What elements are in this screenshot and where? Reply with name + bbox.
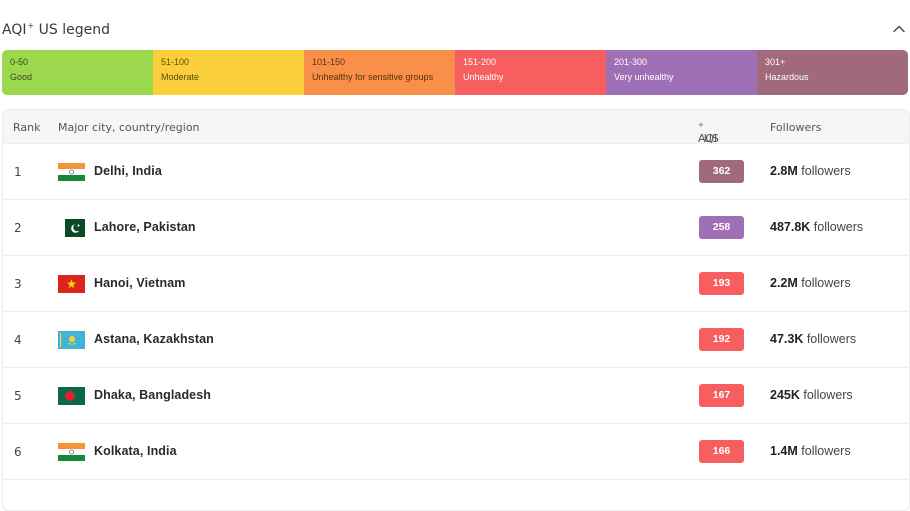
- legend-category: Good: [10, 72, 33, 82]
- legend-segment-very-unhealthy: 201-300 Very unhealthy: [606, 50, 757, 95]
- table-row[interactable]: 1 Delhi, India 362 2.8M followers: [3, 143, 909, 199]
- chevron-up-icon[interactable]: [892, 22, 906, 36]
- rank-cell: 6: [14, 445, 22, 459]
- city-name[interactable]: Delhi, India: [94, 164, 162, 178]
- legend-segment-moderate: 51-100 Moderate: [153, 50, 304, 95]
- legend-segment-hazardous: 301+ Hazardous: [757, 50, 908, 95]
- aqi-badge: 362: [699, 160, 744, 183]
- rank-cell: 1: [14, 165, 22, 179]
- rank-cell: 3: [14, 277, 22, 291]
- city-name[interactable]: Hanoi, Vietnam: [94, 276, 185, 290]
- rank-cell: 4: [14, 333, 22, 347]
- legend-category: Unhealthy: [463, 72, 504, 82]
- legend-category: Very unhealthy: [614, 72, 674, 82]
- kazakhstan-flag-icon: [58, 331, 85, 349]
- legend-range: 151-200: [463, 57, 497, 67]
- legend-range: 101-150: [312, 57, 346, 67]
- aqi-badge: 258: [699, 216, 744, 239]
- legend-range: 51-100: [161, 57, 190, 67]
- rank-cell: 5: [14, 389, 22, 403]
- followers-count: 245K followers: [770, 388, 853, 402]
- india-flag-icon: [58, 163, 85, 181]
- table-row[interactable]: 5 Dhaka, Bangladesh 167 245K followers: [3, 367, 909, 423]
- aqi-legend-bar: 0-50 Good 51-100 Moderate 101-150 Unheal…: [2, 50, 908, 95]
- city-name[interactable]: Kolkata, India: [94, 444, 177, 458]
- vietnam-flag-icon: [58, 275, 85, 293]
- followers-count: 2.2M followers: [770, 276, 851, 290]
- legend-title: AQI+ US legend: [2, 21, 110, 38]
- followers-count: 2.8M followers: [770, 164, 851, 178]
- city-ranking-table: Rank Major city, country/region AQI + US …: [2, 109, 910, 511]
- rank-cell: 2: [14, 221, 22, 235]
- followers-count: 1.4M followers: [770, 444, 851, 458]
- table-row[interactable]: 4 Astana, Kazakhstan 192 47.3K followers: [3, 311, 909, 367]
- aqi-badge: 193: [699, 272, 744, 295]
- table-row[interactable]: 2 Lahore, Pakistan 258 487.8K followers: [3, 199, 909, 255]
- followers-count: 487.8K followers: [770, 220, 864, 234]
- followers-count: 47.3K followers: [770, 332, 857, 346]
- pakistan-flag-icon: [58, 219, 85, 237]
- city-name[interactable]: Lahore, Pakistan: [94, 220, 196, 234]
- aqi-badge: 192: [699, 328, 744, 351]
- header-aqi: AQI + US: [698, 121, 719, 145]
- legend-category: Moderate: [161, 72, 200, 82]
- legend-segment-good: 0-50 Good: [2, 50, 153, 95]
- city-name[interactable]: Dhaka, Bangladesh: [94, 388, 211, 402]
- header-followers: Followers: [770, 121, 822, 134]
- city-name[interactable]: Astana, Kazakhstan: [94, 332, 214, 346]
- table-row[interactable]: 3 Hanoi, Vietnam 193 2.2M followers: [3, 255, 909, 311]
- legend-range: 201-300: [614, 57, 648, 67]
- header-rank: Rank: [13, 121, 41, 134]
- table-row[interactable]: [3, 479, 909, 510]
- table-row[interactable]: 6 Kolkata, India 166 1.4M followers: [3, 423, 909, 479]
- legend-category: Hazardous: [765, 72, 809, 82]
- aqi-badge: 167: [699, 384, 744, 407]
- legend-range: 301+: [765, 57, 786, 67]
- legend-header[interactable]: AQI+ US legend: [2, 18, 908, 42]
- header-city: Major city, country/region: [58, 121, 200, 134]
- bangladesh-flag-icon: [58, 387, 85, 405]
- aqi-badge: 166: [699, 440, 744, 463]
- legend-segment-usg: 101-150 Unhealthy for sensitive groups: [304, 50, 455, 95]
- legend-segment-unhealthy: 151-200 Unhealthy: [455, 50, 606, 95]
- india-flag-icon: [58, 443, 85, 461]
- legend-range: 0-50: [10, 57, 29, 67]
- legend-category: Unhealthy for sensitive groups: [312, 72, 434, 82]
- table-header: Rank Major city, country/region AQI + US …: [3, 110, 909, 145]
